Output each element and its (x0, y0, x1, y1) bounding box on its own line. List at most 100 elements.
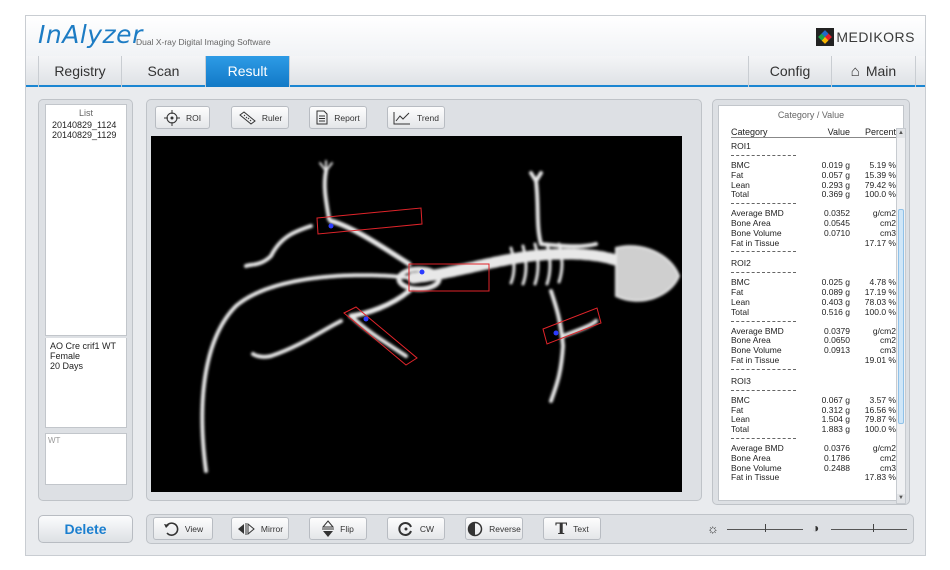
list-title: List (78, 108, 93, 118)
row-value: 0.0710 (824, 227, 850, 238)
xray-image[interactable] (151, 136, 682, 492)
mouse-xray-scan (200, 160, 681, 473)
flip-button[interactable]: Flip (309, 517, 367, 540)
results-table: Category / Value Category Value Percent … (718, 105, 906, 504)
brightness-slider[interactable] (727, 524, 803, 532)
scroll-down-icon[interactable]: ▼ (897, 494, 905, 503)
tab-config[interactable]: Config (748, 56, 832, 87)
cw-button[interactable]: CW (387, 517, 445, 540)
subject-sex: Female (50, 351, 81, 361)
row-category: Lean (731, 415, 750, 425)
note-text: WT (48, 436, 61, 445)
row-category: Fat in Tissue (731, 238, 780, 248)
row-category: Lean (731, 180, 750, 190)
row-category: Fat in Tissue (731, 355, 780, 365)
row-category: BMC (731, 395, 750, 405)
subject-age: 20 Days (50, 361, 84, 371)
row-value: 0.369 g (821, 189, 850, 200)
delete-button[interactable]: Delete (38, 515, 133, 543)
tab-main[interactable]: ⌂ Main (832, 56, 916, 87)
tab-result[interactable]: Result (206, 56, 290, 87)
contrast-slider[interactable] (831, 524, 907, 532)
reverse-button[interactable]: Reverse (465, 517, 523, 540)
col-percent: Percent (864, 127, 896, 137)
row-category: Bone Area (731, 453, 771, 463)
roi-rows: ROI1 BMC 0.019 g 5.19 % Fat 0.057 g 15.39 % Lea… (731, 140, 896, 483)
mirror-button-label: Mirror (260, 523, 284, 534)
trend-button[interactable]: Trend (387, 106, 445, 129)
scroll-thumb[interactable] (898, 209, 904, 424)
list-item[interactable]: 20140829_1124 (46, 120, 126, 130)
row-category: Fat in Tissue (731, 473, 780, 483)
mirror-button[interactable]: Mirror (231, 517, 289, 540)
scroll-up-icon[interactable]: ▲ (897, 129, 905, 138)
reverse-button-label: Reverse (489, 523, 521, 534)
row-value: 0.2488 (824, 462, 850, 473)
brightness-slider-knob[interactable] (765, 524, 766, 532)
app-subtitle: Dual X-ray Digital Imaging Software (136, 37, 271, 47)
row-category: Fat (731, 288, 744, 298)
ruler-button[interactable]: Ruler (231, 106, 289, 129)
view-button[interactable]: View (153, 517, 213, 540)
medikors-logo-icon (816, 28, 835, 46)
row-category: Bone Area (731, 336, 771, 346)
results-title: Category / Value (777, 110, 845, 120)
results-grid: Category Value Percent ROI1 BMC 0.019 g 5.1… (731, 126, 896, 483)
record-list: List 20140829_1124 20140829_1129 (45, 104, 127, 336)
row-value (806, 356, 850, 366)
row-category: Fat (731, 405, 744, 415)
roi-section-label: ROI2 (731, 258, 751, 269)
mirror-icon (237, 522, 255, 535)
row-percent: 17.17 % (864, 237, 896, 248)
document-icon (316, 110, 328, 125)
col-value: Value (827, 127, 850, 137)
row-percent: 100.0 % (864, 189, 896, 200)
table-row: Fat in Tissue 17.17 % (731, 237, 896, 249)
home-icon: ⌂ (850, 63, 860, 80)
row-percent: 17.83 % (864, 472, 896, 483)
contrast-icon: ◑ (812, 521, 820, 535)
subject-info: AO Cre crif1 WT Female 20 Days (45, 338, 127, 428)
trend-button-label: Trend (417, 112, 439, 123)
cw-button-label: CW (419, 523, 435, 534)
app-window: InAlyzer Dual X-ray Digital Imaging Soft… (25, 15, 926, 556)
row-value: 0.0913 (824, 345, 850, 356)
text-button[interactable]: T Text (543, 517, 601, 540)
tab-main-label: Main (865, 63, 897, 79)
row-category: Lean (731, 297, 750, 307)
row-category: Total (731, 425, 749, 435)
ruler-button-label: Ruler (261, 112, 283, 123)
table-header: Category Value Percent (731, 126, 896, 138)
row-value: 1.883 g (821, 424, 850, 435)
report-button[interactable]: Report (309, 106, 367, 129)
table-row: Total 0.369 g 100.0 % (731, 190, 896, 200)
row-percent: 19.01 % (864, 354, 896, 365)
row-value (806, 473, 850, 483)
view-button-label: View (184, 523, 204, 534)
tab-scan[interactable]: Scan (122, 56, 206, 87)
note-field[interactable]: WT (45, 433, 127, 485)
image-tools-bar: View Mirror Flip CW Reverse T Text ☼ ◑ (146, 514, 914, 544)
row-category: Fat (731, 170, 744, 180)
contrast-slider-knob[interactable] (872, 524, 874, 532)
results-panel: Category / Value Category Value Percent … (712, 99, 910, 505)
row-percent: 100.0 % (864, 424, 896, 435)
row-category: BMC (731, 161, 750, 170)
text-button-label: Text (573, 523, 589, 534)
row-category: Bone Volume (731, 463, 782, 473)
results-scrollbar[interactable]: ▲ ▼ (896, 128, 906, 504)
tab-registry[interactable]: Registry (38, 56, 122, 87)
flip-button-label: Flip (340, 523, 354, 534)
row-category: Average BMD (731, 443, 784, 453)
table-row: Average BMD 0.0352 g/cm2 (731, 208, 896, 219)
row-category: Average BMD (731, 209, 784, 219)
table-row: Average BMD 0.0376 g/cm2 (731, 443, 896, 454)
app-logo: InAlyzer (38, 20, 143, 49)
company-logo: MEDIKORS (816, 28, 915, 46)
flip-icon (322, 519, 335, 537)
table-row: Fat in Tissue 19.01 % (731, 354, 896, 366)
tab-bar: Registry Scan Result Config ⌂ Main (26, 56, 925, 87)
list-item[interactable]: 20140829_1129 (46, 130, 126, 140)
roi-button[interactable]: ROI (155, 106, 210, 129)
report-button-label: Report (334, 112, 360, 123)
